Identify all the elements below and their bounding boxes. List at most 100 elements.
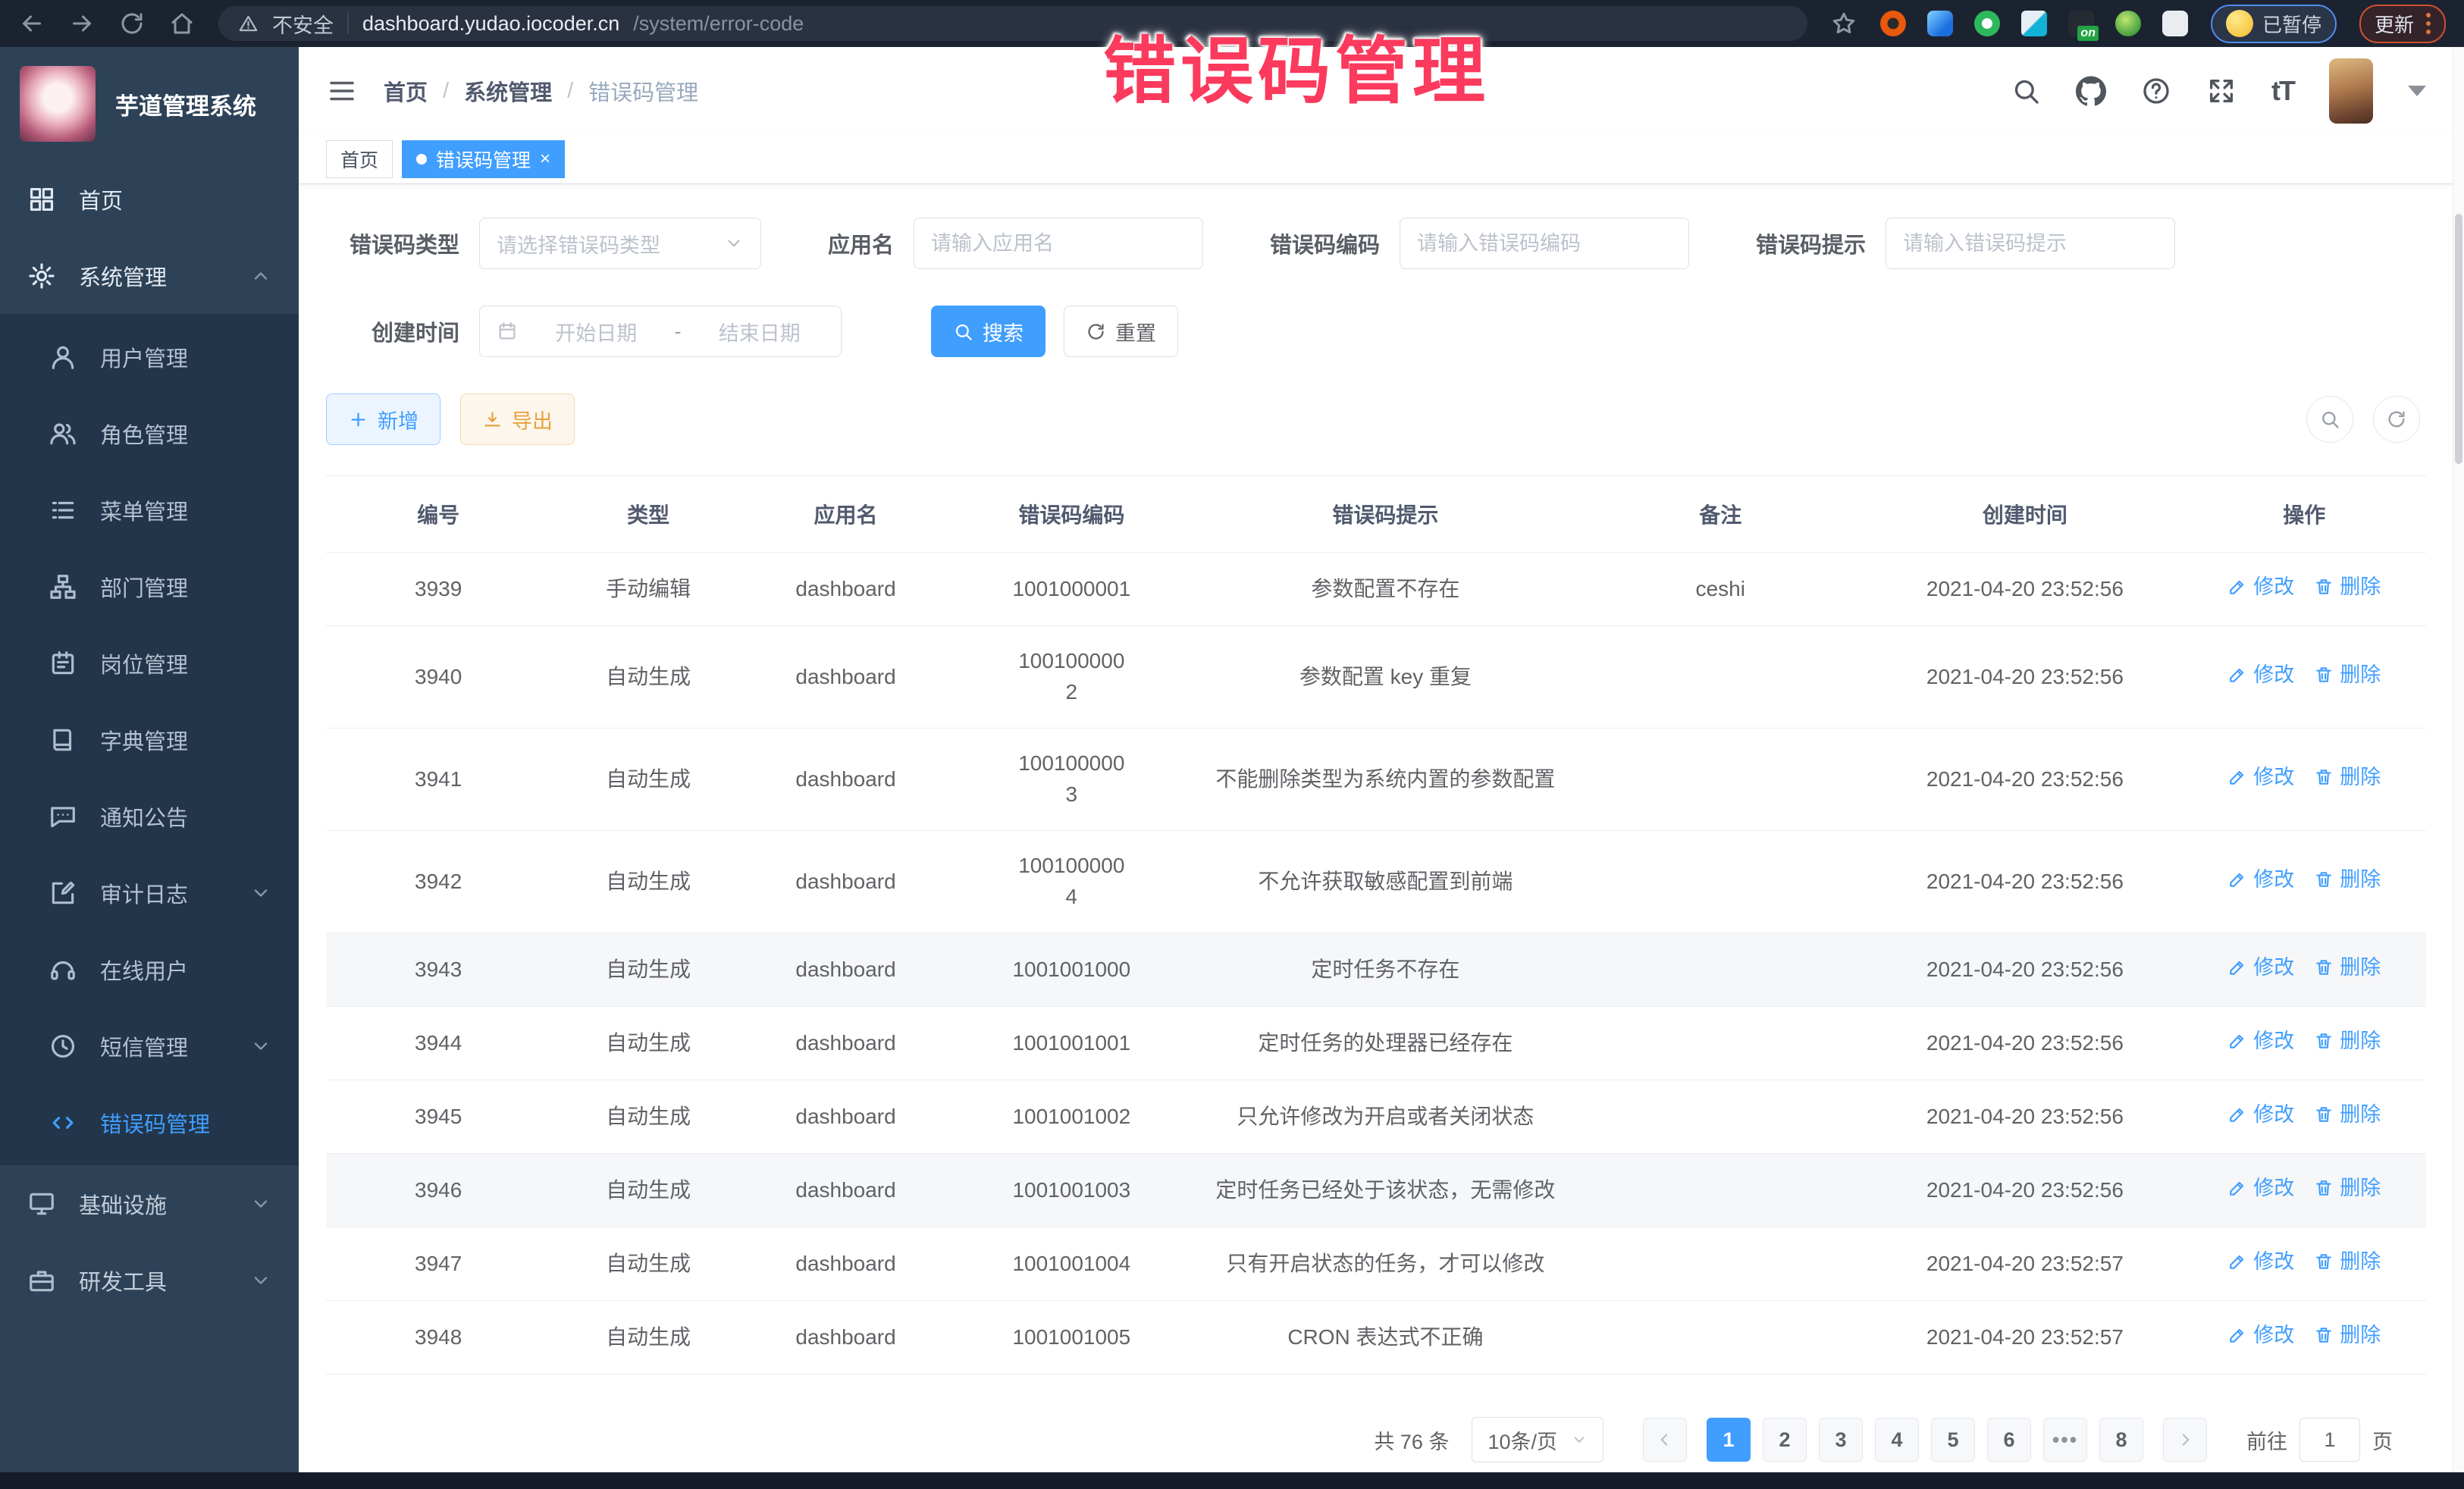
sidebar-item-headset[interactable]: 在线用户 xyxy=(0,931,299,1008)
page-button-6[interactable]: 6 xyxy=(1987,1418,2031,1462)
goto-page-input[interactable] xyxy=(2299,1418,2360,1462)
table-row[interactable]: 3941自动生成dashboard1001000003不能删除类型为系统内置的参… xyxy=(326,729,2426,831)
delete-link[interactable]: 删除 xyxy=(2314,1174,2381,1203)
bookmark-star-icon[interactable] xyxy=(1830,10,1857,37)
github-icon[interactable] xyxy=(2076,76,2106,106)
page-button-2[interactable]: 2 xyxy=(1763,1418,1807,1462)
forward-icon[interactable] xyxy=(68,10,96,37)
edit-link[interactable]: 修改 xyxy=(2227,1027,2294,1056)
home-icon[interactable] xyxy=(168,10,196,37)
extension-gem-icon[interactable] xyxy=(1927,11,1953,36)
prev-page-button[interactable] xyxy=(1643,1418,1687,1462)
ellipsis-pages-button[interactable]: ••• xyxy=(2043,1418,2087,1462)
page-button-4[interactable]: 4 xyxy=(1875,1418,1919,1462)
page-scrollbar[interactable] xyxy=(2453,47,2464,1472)
table-row[interactable]: 3940自动生成dashboard1001000002参数配置 key 重复20… xyxy=(326,626,2426,729)
page-size-select[interactable]: 10条/页 xyxy=(1472,1417,1603,1462)
breadcrumb-item[interactable]: 错误码管理 xyxy=(588,75,698,107)
sidebar-item-book[interactable]: 字典管理 xyxy=(0,701,299,778)
sidebar-item-user[interactable]: 用户管理 xyxy=(0,318,299,395)
address-bar[interactable]: 不安全 dashboard.yudao.iocoder.cn/system/er… xyxy=(218,6,1807,41)
fullscreen-icon[interactable] xyxy=(2206,76,2237,106)
reset-button[interactable]: 重置 xyxy=(1064,306,1178,357)
edit-link[interactable]: 修改 xyxy=(2227,953,2294,983)
refresh-table-button[interactable] xyxy=(2373,396,2420,443)
tag-active[interactable]: 错误码管理× xyxy=(402,140,565,178)
app-name-input[interactable] xyxy=(914,218,1203,269)
search-icon[interactable] xyxy=(2011,76,2041,106)
date-range-picker[interactable]: 开始日期 - 结束日期 xyxy=(479,306,842,357)
extension-key-icon[interactable] xyxy=(2115,11,2141,36)
table-row[interactable]: 3942自动生成dashboard1001000004不允许获取敏感配置到前端2… xyxy=(326,831,2426,933)
edit-link[interactable]: 修改 xyxy=(2227,660,2294,690)
extension-orange-icon[interactable] xyxy=(1880,11,1906,36)
page-button-3[interactable]: 3 xyxy=(1819,1418,1863,1462)
profile-paused-chip[interactable]: 已暂停 xyxy=(2211,5,2337,43)
sidebar-item-briefcase[interactable]: 研发工具 xyxy=(0,1242,299,1318)
table-row[interactable]: 3948自动生成dashboard1001001005CRON 表达式不正确20… xyxy=(326,1301,2426,1375)
table-row[interactable]: 3947自动生成dashboard1001001004只有开启状态的任务，才可以… xyxy=(326,1227,2426,1301)
help-icon[interactable] xyxy=(2141,76,2171,106)
sidebar-item-tree[interactable]: 部门管理 xyxy=(0,548,299,625)
breadcrumb-item[interactable]: 首页 xyxy=(384,75,428,107)
delete-link[interactable]: 删除 xyxy=(2314,953,2381,983)
sidebar-item-badge[interactable]: 岗位管理 xyxy=(0,625,299,701)
edit-link[interactable]: 修改 xyxy=(2227,1100,2294,1130)
delete-link[interactable]: 删除 xyxy=(2314,1247,2381,1277)
sidebar-item-list[interactable]: 菜单管理 xyxy=(0,472,299,548)
edit-link[interactable]: 修改 xyxy=(2227,1321,2294,1350)
extension-squares-icon[interactable] xyxy=(2021,11,2047,36)
table-row[interactable]: 3939手动编辑dashboard1001000001参数配置不存在ceshi2… xyxy=(326,553,2426,626)
sidebar-item-users[interactable]: 角色管理 xyxy=(0,395,299,472)
avatar-caret-icon[interactable] xyxy=(2408,86,2426,96)
sidebar-item-grid[interactable]: 首页 xyxy=(0,161,299,237)
hamburger-icon[interactable] xyxy=(326,75,358,107)
error-type-select[interactable]: 请选择错误码类型 xyxy=(479,218,761,269)
add-button[interactable]: 新增 xyxy=(326,393,440,445)
table-row[interactable]: 3946自动生成dashboard1001001003定时任务已经处于该状态，无… xyxy=(326,1154,2426,1227)
breadcrumb-item[interactable]: 系统管理 xyxy=(464,75,552,107)
delete-link[interactable]: 删除 xyxy=(2314,865,2381,895)
tag-item[interactable]: 首页 xyxy=(326,140,393,178)
extension-puzzle-icon[interactable] xyxy=(2162,11,2188,36)
export-button[interactable]: 导出 xyxy=(460,393,575,445)
next-page-button[interactable] xyxy=(2163,1418,2207,1462)
error-code-input[interactable] xyxy=(1400,218,1689,269)
sidebar-item-code[interactable]: 错误码管理 xyxy=(0,1084,299,1161)
font-size-icon[interactable]: tT xyxy=(2271,75,2294,107)
sidebar-item-audit[interactable]: 审计日志 xyxy=(0,854,299,931)
error-tip-input[interactable] xyxy=(1886,218,2175,269)
edit-link[interactable]: 修改 xyxy=(2227,572,2294,602)
close-icon[interactable]: × xyxy=(540,150,550,168)
delete-link[interactable]: 删除 xyxy=(2314,1100,2381,1130)
reload-icon[interactable] xyxy=(118,10,146,37)
edit-link[interactable]: 修改 xyxy=(2227,1247,2294,1277)
update-button[interactable]: 更新 xyxy=(2359,5,2446,43)
delete-link[interactable]: 删除 xyxy=(2314,572,2381,602)
page-button-5[interactable]: 5 xyxy=(1931,1418,1975,1462)
table-row[interactable]: 3945自动生成dashboard1001001002只允许修改为开启或者关闭状… xyxy=(326,1080,2426,1154)
edit-link[interactable]: 修改 xyxy=(2227,763,2294,792)
search-button[interactable]: 搜索 xyxy=(931,306,1045,357)
sidebar-item-gear[interactable]: 系统管理 xyxy=(0,237,299,314)
delete-link[interactable]: 删除 xyxy=(2314,660,2381,690)
edit-link[interactable]: 修改 xyxy=(2227,865,2294,895)
delete-link[interactable]: 删除 xyxy=(2314,1321,2381,1350)
table-row[interactable]: 3944自动生成dashboard1001001001定时任务的处理器已经存在2… xyxy=(326,1007,2426,1080)
delete-link[interactable]: 删除 xyxy=(2314,1027,2381,1056)
page-button-8[interactable]: 8 xyxy=(2099,1418,2143,1462)
extension-dark-icon[interactable]: on xyxy=(2068,11,2094,36)
sidebar-item-chat[interactable]: 通知公告 xyxy=(0,778,299,854)
extension-green-icon[interactable] xyxy=(1974,11,2000,36)
back-icon[interactable] xyxy=(18,10,45,37)
sidebar-item-monitor[interactable]: 基础设施 xyxy=(0,1165,299,1242)
sidebar-item-clock[interactable]: 短信管理 xyxy=(0,1008,299,1084)
logo-row[interactable]: 芋道管理系统 xyxy=(0,47,299,161)
show-search-button[interactable] xyxy=(2306,396,2353,443)
scrollbar-thumb[interactable] xyxy=(2455,214,2462,464)
edit-link[interactable]: 修改 xyxy=(2227,1174,2294,1203)
user-avatar[interactable] xyxy=(2329,58,2373,124)
delete-link[interactable]: 删除 xyxy=(2314,763,2381,792)
table-row[interactable]: 3943自动生成dashboard1001001000定时任务不存在2021-0… xyxy=(326,933,2426,1007)
browser-menu-icon[interactable] xyxy=(2426,13,2431,34)
